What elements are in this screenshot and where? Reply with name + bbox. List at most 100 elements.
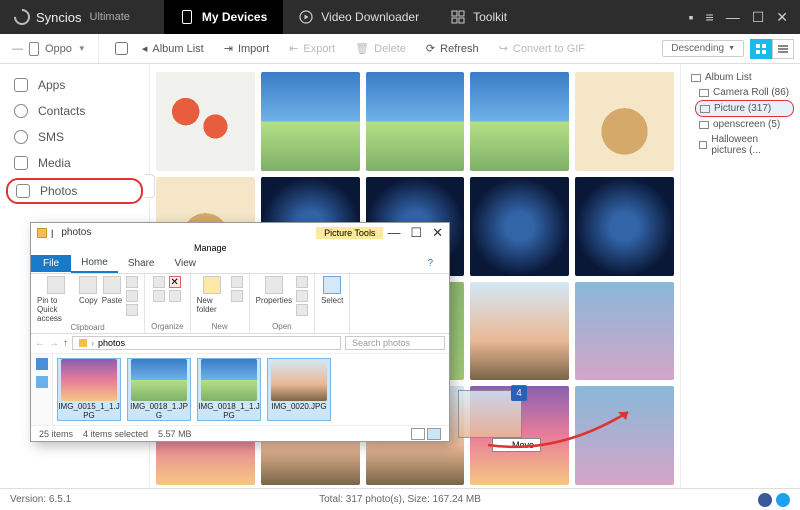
grid-view-button[interactable] (750, 39, 772, 59)
menu-view[interactable]: View (165, 255, 207, 272)
file-name: IMG_0018_1.JPG (128, 403, 190, 421)
menu-share[interactable]: Share (118, 255, 165, 272)
photo-thumb[interactable] (366, 72, 465, 171)
select-label: Select (321, 296, 343, 305)
menu-home[interactable]: Home (71, 254, 118, 273)
delete-label: Delete (374, 43, 406, 55)
forward-button[interactable]: → (49, 338, 59, 349)
facebook-icon[interactable] (758, 493, 772, 507)
photo-thumb[interactable] (261, 72, 360, 171)
photo-thumb[interactable] (470, 282, 569, 381)
device-selector[interactable]: — Oppo ▼ (0, 34, 99, 63)
explorer-menu: File Home Share View ? (31, 254, 449, 274)
delete-icon[interactable]: ✕ (169, 276, 181, 288)
nav-toolkit[interactable]: Toolkit (435, 0, 523, 34)
import-button[interactable]: ⇥ Import (214, 34, 279, 63)
close-icon[interactable]: ✕ (776, 9, 788, 26)
photo-thumb[interactable] (470, 72, 569, 171)
move-to-icon[interactable] (153, 276, 165, 288)
properties-button[interactable]: Properties (256, 276, 292, 305)
details-view-icon[interactable] (411, 428, 425, 440)
export-button[interactable]: ⇤ Export (279, 34, 345, 63)
sidebar-item-media[interactable]: Media (0, 150, 149, 176)
maximize-icon[interactable]: ☐ (752, 9, 765, 26)
album-list-button[interactable]: ◂ Album List (132, 34, 214, 63)
convert-gif-button[interactable]: ↪ Convert to GIF (489, 34, 595, 63)
trash-icon: 🗑 (355, 42, 369, 55)
history-icon[interactable] (296, 304, 308, 316)
pin-icon (47, 276, 65, 294)
copy-path-icon[interactable] (126, 290, 138, 302)
select-button[interactable]: Select (321, 276, 343, 305)
file-item[interactable]: IMG_0020.JPG (267, 358, 331, 422)
copy-to-icon[interactable] (153, 290, 165, 302)
maximize-icon[interactable]: ☐ (410, 225, 422, 241)
sidebar-item-contacts[interactable]: Contacts (0, 98, 149, 124)
explorer-manage-tab[interactable]: Manage (186, 242, 235, 254)
cut-icon[interactable] (126, 276, 138, 288)
file-explorer-window[interactable]: | photos Picture Tools — ☐ ✕ Manage File… (30, 222, 450, 442)
pin-button[interactable]: Pin to Quick access (37, 276, 75, 323)
select-all-checkbox[interactable] (115, 42, 128, 55)
menu-icon[interactable]: ≡ (706, 9, 714, 25)
file-thumb (271, 359, 327, 401)
rename-icon[interactable] (169, 290, 181, 302)
file-item[interactable]: IMG_0015_1_1.JPG (57, 358, 121, 422)
device-phone-icon (29, 42, 39, 56)
file-item[interactable]: IMG_0018_1_1.JPG (197, 358, 261, 422)
help-icon[interactable]: ? (417, 255, 443, 272)
photo-thumb[interactable] (575, 386, 674, 485)
minimize-icon[interactable]: — (726, 9, 740, 25)
paste-button[interactable]: Paste (102, 276, 122, 305)
photo-thumb[interactable] (575, 282, 674, 381)
notification-icon[interactable]: ▪ (689, 9, 694, 25)
photo-thumb[interactable] (575, 177, 674, 276)
edit-icon[interactable] (296, 290, 308, 302)
sidebar-collapse-handle[interactable] (145, 174, 155, 198)
search-field[interactable]: Search photos (345, 336, 445, 350)
file-thumb (131, 359, 187, 401)
quick-access-icon[interactable] (36, 358, 48, 370)
album-picture[interactable]: Picture (317) (695, 100, 794, 117)
total-label: Total: 317 photo(s), Size: 167.24 MB (319, 494, 481, 505)
copy-button[interactable]: Copy (79, 276, 98, 305)
sidebar-photos-label: Photos (40, 184, 77, 198)
thumb-view-icon[interactable] (427, 428, 441, 440)
new-item-icon[interactable] (231, 276, 243, 288)
back-button[interactable]: ← (35, 338, 45, 349)
arrow-left-icon: ◂ (142, 42, 148, 55)
minimize-icon[interactable]: — (387, 225, 400, 241)
photo-thumb[interactable] (156, 72, 255, 171)
easy-access-icon[interactable] (231, 290, 243, 302)
explorer-contextual-tab[interactable]: Picture Tools (316, 227, 383, 239)
nav-video-downloader[interactable]: Video Downloader (283, 0, 435, 34)
open-icon[interactable] (296, 276, 308, 288)
twitter-icon[interactable] (776, 493, 790, 507)
move-tooltip: → Move (492, 438, 541, 452)
address-field[interactable]: › photos (72, 336, 341, 350)
album-camera-roll[interactable]: Camera Roll (86) (687, 85, 794, 100)
new-folder-button[interactable]: New folder (197, 276, 227, 314)
up-button[interactable]: ↑ (63, 338, 68, 349)
delete-button[interactable]: 🗑 Delete (345, 34, 416, 63)
nav-my-devices[interactable]: My Devices (164, 0, 283, 34)
folder-icon (37, 228, 47, 238)
sort-dropdown[interactable]: Descending ▼ (662, 40, 744, 57)
sidebar-item-photos[interactable]: Photos (6, 178, 143, 204)
album-header-label: Album List (705, 72, 752, 83)
refresh-button[interactable]: ⟳ Refresh (416, 34, 489, 63)
sidebar-item-sms[interactable]: SMS (0, 124, 149, 150)
desktop-icon[interactable] (36, 376, 48, 388)
album-halloween[interactable]: Halloween pictures (... (687, 132, 794, 158)
arrow-right-icon: → (499, 440, 508, 450)
photo-thumb[interactable] (575, 72, 674, 171)
close-icon[interactable]: ✕ (432, 225, 443, 241)
list-view-button[interactable] (772, 39, 794, 59)
file-item[interactable]: IMG_0018_1.JPG (127, 358, 191, 422)
sidebar-item-apps[interactable]: Apps (0, 72, 149, 98)
menu-file[interactable]: File (31, 255, 71, 272)
photo-thumb[interactable] (470, 177, 569, 276)
paste-shortcut-icon[interactable] (126, 304, 138, 316)
explorer-titlebar[interactable]: | photos Picture Tools — ☐ ✕ (31, 223, 449, 242)
album-openscreen[interactable]: openscreen (5) (687, 117, 794, 132)
